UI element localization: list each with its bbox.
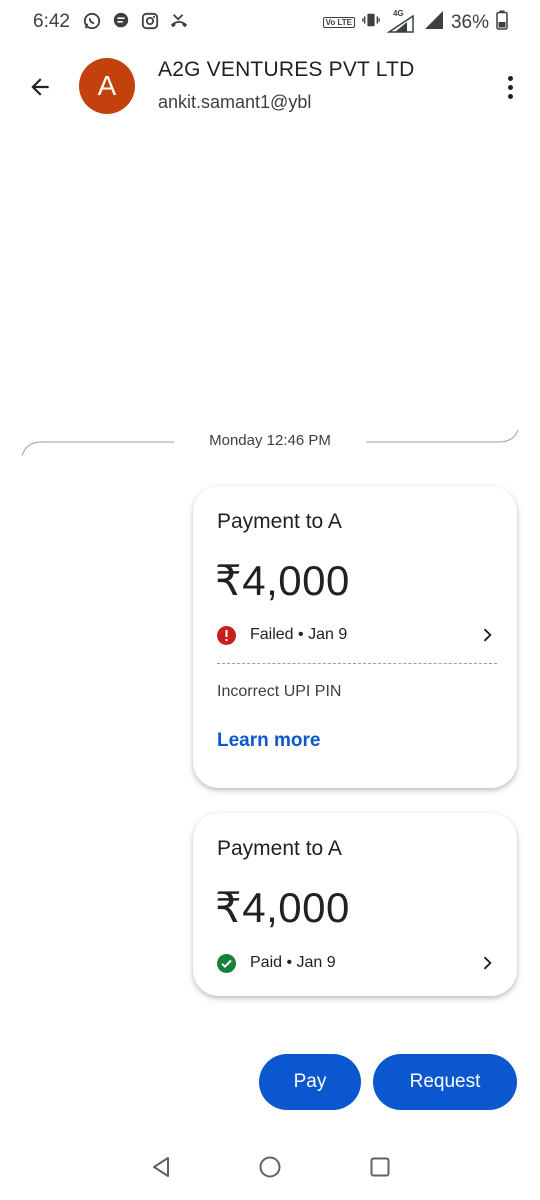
notification-icons [82,11,189,31]
avatar[interactable]: A [79,58,135,114]
missed-call-icon [169,11,189,31]
divider-line-right [366,429,518,443]
payment-amount: ₹4,000 [215,557,350,604]
status-time: 6:42 [33,11,70,32]
arrow-back-icon [31,78,49,96]
payment-card-paid[interactable]: Payment to A ₹4,000 Paid • Jan 9 [193,813,517,996]
volte-indicator: Vo LTE [322,17,355,28]
check-circle-icon [217,953,236,973]
payment-amount: ₹4,000 [215,884,350,931]
payment-title: Payment to A [217,837,342,860]
contact-upi-id: ankit.samant1@ybl [158,92,312,112]
more-vert-dot [507,84,513,90]
chat-header: A A2G VENTURES PVT LTD ankit.samant1@ybl [0,55,540,119]
battery-icon [496,10,508,35]
back-button[interactable] [20,67,60,107]
more-vert-dot [507,93,513,99]
more-options-button[interactable] [498,69,522,105]
message-icon [111,11,131,31]
nav-home-button[interactable] [257,1154,283,1180]
payment-status: Failed • Jan 9 [250,626,348,643]
vibrate-icon [362,11,380,34]
signal-icon [424,10,444,35]
circle-home-icon [259,1156,281,1178]
date-divider: Monday 12:46 PM [22,426,518,456]
battery-percentage: 36% [450,11,489,33]
payment-status-row[interactable]: Failed • Jan 9 [217,623,497,647]
signal-4g-icon: 4G [386,8,417,34]
request-button[interactable]: Request [373,1054,517,1110]
payment-title: Payment to A [217,510,342,533]
status-bar: 6:42 Vo LTE 4G 36% [0,0,540,44]
error-icon [217,625,236,645]
pay-button[interactable]: Pay [259,1054,361,1110]
payment-status-row[interactable]: Paid • Jan 9 [217,951,497,975]
more-vert-icon [507,75,513,81]
nav-back-button[interactable] [148,1154,174,1180]
whatsapp-icon [82,11,102,31]
failure-reason: Incorrect UPI PIN [217,683,342,700]
instagram-icon [140,11,160,31]
system-indicators: Vo LTE 4G 36% [322,8,508,35]
dashed-divider [217,663,497,664]
square-recents-icon [370,1157,390,1177]
contact-name[interactable]: A2G VENTURES PVT LTD [158,58,414,82]
chevron-right-icon [483,628,492,642]
chevron-right-icon [483,956,492,970]
payment-status: Paid • Jan 9 [250,954,336,971]
nav-recents-button[interactable] [367,1154,393,1180]
network-label: 4G [392,8,404,18]
system-nav-bar [0,1140,540,1196]
learn-more-link[interactable]: Learn more [217,730,320,752]
payment-card-failed[interactable]: Payment to A ₹4,000 Failed • Jan 9 Incor… [193,486,517,788]
triangle-back-icon [153,1157,169,1177]
avatar-letter: A [97,70,117,101]
